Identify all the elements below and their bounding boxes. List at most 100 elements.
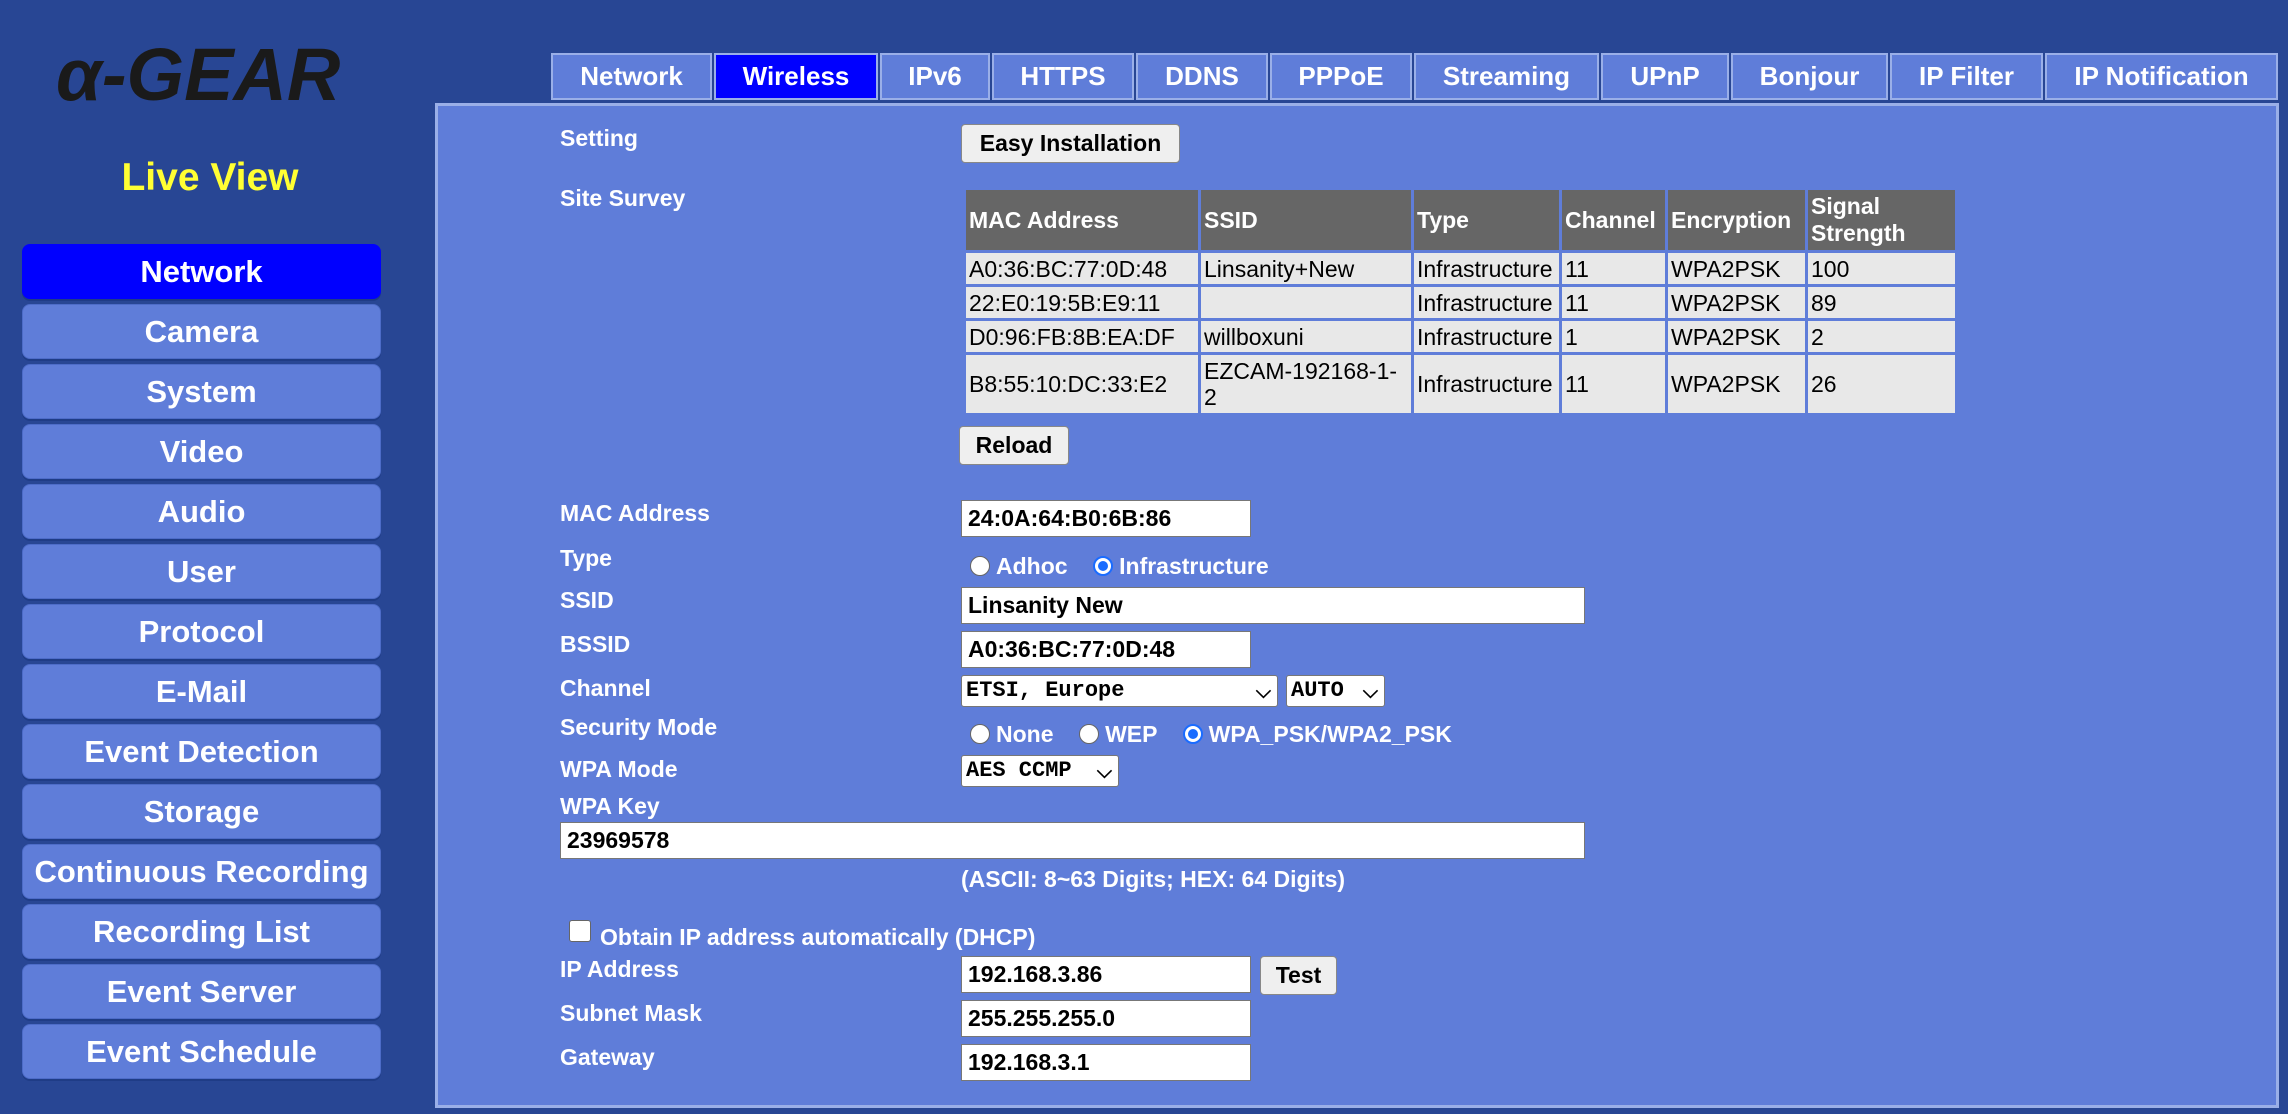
sidebar-item-event-server[interactable]: Event Server [22, 964, 381, 1019]
cell-channel: 11 [1562, 287, 1665, 318]
cell-signal-strength: 100 [1808, 253, 1955, 284]
sidebar-item-video[interactable]: Video [22, 424, 381, 479]
type-infrastructure-label: Infrastructure [1119, 553, 1269, 579]
cell-ssid: willboxuni [1201, 321, 1411, 352]
easy-installation-button[interactable]: Easy Installation [961, 124, 1180, 163]
sidebar-item-protocol[interactable]: Protocol [22, 604, 381, 659]
sidebar-item-email[interactable]: E-Mail [22, 664, 381, 719]
tab-ddns[interactable]: DDNS [1136, 53, 1268, 100]
cell-channel: 11 [1562, 253, 1665, 284]
sidebar-item-storage[interactable]: Storage [22, 784, 381, 839]
subnet-mask-label: Subnet Mask [560, 1000, 702, 1026]
wpa-mode-value: AES CCMP [966, 758, 1072, 783]
ssid-label: SSID [560, 587, 614, 613]
column-header-type: Type [1414, 190, 1559, 250]
sidebar-item-recording-list[interactable]: Recording List [22, 904, 381, 959]
column-header-encryption: Encryption [1668, 190, 1805, 250]
sidebar-item-event-detection[interactable]: Event Detection [22, 724, 381, 779]
bssid-label: BSSID [560, 631, 631, 657]
dhcp-label: Obtain IP address automatically (DHCP) [600, 924, 1036, 950]
gateway-field[interactable]: 192.168.3.1 [961, 1044, 1251, 1081]
sidebar: α-GEAR Live View Network Camera System V… [0, 0, 435, 1114]
ssid-field[interactable]: Linsanity New [961, 587, 1585, 624]
security-mode-label: Security Mode [560, 714, 718, 740]
logo-text: α-GEAR [56, 33, 340, 116]
cell-encryption: WPA2PSK [1668, 253, 1805, 284]
sidebar-item-network[interactable]: Network [22, 244, 381, 299]
table-row[interactable]: A0:36:BC:77:0D:48 Linsanity+New Infrastr… [966, 253, 1955, 284]
type-label: Type [560, 545, 612, 571]
channel-select[interactable]: AUTO ⌵ [1286, 675, 1385, 707]
sidebar-item-system[interactable]: System [22, 364, 381, 419]
site-survey-label: Site Survey [560, 185, 686, 211]
tab-ip-notification[interactable]: IP Notification [2045, 53, 2278, 100]
column-header-mac-address: MAC Address [966, 190, 1198, 250]
cell-mac-address: B8:55:10:DC:33:E2 [966, 355, 1198, 413]
security-wep-radio[interactable] [1079, 724, 1100, 744]
cell-mac-address: D0:96:FB:8B:EA:DF [966, 321, 1198, 352]
dhcp-checkbox[interactable] [569, 920, 591, 942]
bssid-field[interactable]: A0:36:BC:77:0D:48 [961, 631, 1251, 668]
sidebar-item-continuous-recording[interactable]: Continuous Recording [22, 844, 381, 899]
cell-type: Infrastructure [1414, 253, 1559, 284]
alpha-gear-logo[interactable]: α-GEAR [56, 30, 366, 120]
sidebar-item-event-schedule[interactable]: Event Schedule [22, 1024, 381, 1079]
tab-ip-filter[interactable]: IP Filter [1890, 53, 2043, 100]
column-header-channel: Channel [1562, 190, 1665, 250]
wpa-mode-select[interactable]: AES CCMP ⌵ [961, 755, 1119, 787]
chevron-down-icon: ⌵ [1096, 759, 1112, 783]
table-row[interactable]: D0:96:FB:8B:EA:DF willboxuni Infrastruct… [966, 321, 1955, 352]
type-adhoc-radio[interactable] [970, 556, 990, 576]
chevron-down-icon: ⌵ [1255, 679, 1271, 703]
wpa-key-field[interactable]: 23969578 [560, 822, 1585, 859]
table-header-row: MAC Address SSID Type Channel Encryption… [966, 190, 1955, 250]
ip-address-field[interactable]: 192.168.3.86 [961, 956, 1251, 993]
wpa-mode-label: WPA Mode [560, 756, 678, 782]
sidebar-item-audio[interactable]: Audio [22, 484, 381, 539]
tab-streaming[interactable]: Streaming [1414, 53, 1599, 100]
table-row[interactable]: 22:E0:19:5B:E9:11 Infrastructure 11 WPA2… [966, 287, 1955, 318]
cell-ssid [1201, 287, 1411, 318]
tab-wireless[interactable]: Wireless [714, 53, 878, 100]
cell-channel: 1 [1562, 321, 1665, 352]
live-view-link[interactable]: Live View [0, 156, 420, 200]
tab-pppoe[interactable]: PPPoE [1270, 53, 1412, 100]
sidebar-item-user[interactable]: User [22, 544, 381, 599]
channel-region-select[interactable]: ETSI, Europe ⌵ [961, 675, 1278, 707]
mac-address-label: MAC Address [560, 500, 710, 526]
site-survey-table: MAC Address SSID Type Channel Encryption… [963, 187, 1958, 416]
tab-network[interactable]: Network [551, 53, 712, 100]
column-header-signal-strength: Signal Strength [1808, 190, 1955, 250]
cell-signal-strength: 89 [1808, 287, 1955, 318]
sidebar-item-camera[interactable]: Camera [22, 304, 381, 359]
cell-ssid: EZCAM-192168-1-2 [1201, 355, 1411, 413]
cell-type: Infrastructure [1414, 321, 1559, 352]
setting-label: Setting [560, 125, 638, 151]
gateway-label: Gateway [560, 1044, 655, 1070]
cell-encryption: WPA2PSK [1668, 355, 1805, 413]
security-wpa-label: WPA_PSK/WPA2_PSK [1208, 721, 1452, 747]
table-row[interactable]: B8:55:10:DC:33:E2 EZCAM-192168-1-2 Infra… [966, 355, 1955, 413]
reload-button[interactable]: Reload [959, 426, 1069, 465]
mac-address-field[interactable]: 24:0A:64:B0:6B:86 [961, 500, 1251, 537]
cell-signal-strength: 2 [1808, 321, 1955, 352]
channel-value: AUTO [1291, 678, 1344, 703]
cell-channel: 11 [1562, 355, 1665, 413]
tab-upnp[interactable]: UPnP [1601, 53, 1729, 100]
subnet-mask-field[interactable]: 255.255.255.0 [961, 1000, 1251, 1037]
channel-label: Channel [560, 675, 651, 701]
tab-https[interactable]: HTTPS [992, 53, 1134, 100]
type-infrastructure-radio[interactable] [1093, 556, 1114, 576]
ip-address-label: IP Address [560, 956, 679, 982]
test-button[interactable]: Test [1260, 956, 1337, 995]
cell-signal-strength: 26 [1808, 355, 1955, 413]
security-wpa-radio[interactable] [1182, 724, 1203, 744]
cell-encryption: WPA2PSK [1668, 287, 1805, 318]
tab-ipv6[interactable]: IPv6 [880, 53, 990, 100]
tab-bonjour[interactable]: Bonjour [1731, 53, 1888, 100]
wpa-key-label: WPA Key [560, 793, 660, 819]
type-adhoc-label: Adhoc [996, 553, 1068, 579]
security-none-radio[interactable] [970, 724, 990, 744]
type-radio-group: Adhoc Infrastructure [970, 553, 1269, 580]
channel-region-value: ETSI, Europe [966, 678, 1125, 703]
